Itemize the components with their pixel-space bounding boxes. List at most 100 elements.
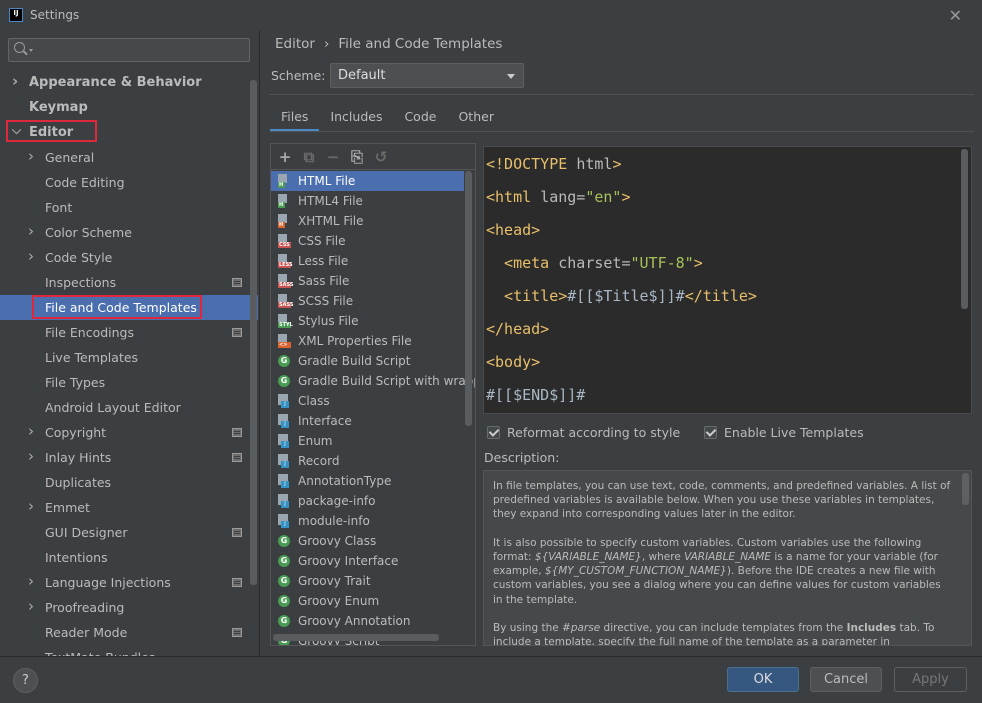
sidebar-item-label: GUI Designer [45,525,128,540]
remove-icon[interactable]: − [325,149,341,165]
template-item[interactable]: J Record [271,451,464,471]
template-item[interactable]: STYL Stylus File [271,311,464,331]
template-item-label: Groovy Enum [298,594,380,608]
sidebar-item-file-types[interactable]: File Types [0,370,258,395]
sidebar-item-label: Font [45,200,73,215]
xml-file-icon: <> [278,334,291,348]
sidebar-item-general[interactable]: › General [0,145,258,170]
template-item[interactable]: J Interface [271,411,464,431]
sidebar-item-file-encodings[interactable]: File Encodings [0,320,258,345]
sidebar-item-proofreading[interactable]: › Proofreading [0,595,258,620]
project-settings-icon [232,453,242,462]
sidebar-item-color-scheme[interactable]: › Color Scheme [0,220,258,245]
sidebar-item-duplicates[interactable]: Duplicates [0,470,258,495]
chevron-right-icon[interactable]: › [28,147,34,165]
sidebar-scrollbar[interactable] [250,80,257,585]
template-item[interactable]: LESS Less File [271,251,464,271]
tab-files[interactable]: Files [270,104,320,132]
template-item[interactable]: G Groovy Interface [271,551,464,571]
template-item-label: AnnotationType [298,474,392,488]
editor-scrollbar[interactable] [961,149,968,309]
sidebar-item-language-injections[interactable]: › Language Injections [0,570,258,595]
template-code-editor[interactable]: <!DOCTYPE html> <html lang="en"> <head> <m… [483,146,972,414]
template-item-label: Interface [298,414,352,428]
tab-includes[interactable]: Includes [319,104,393,132]
sidebar-item-android-layout-editor[interactable]: Android Layout Editor [0,395,258,420]
chevron-right-icon[interactable]: › [28,222,34,240]
xhtml-file-icon: H [278,214,291,228]
live-templates-checkbox[interactable] [704,425,717,439]
add-icon[interactable]: + [277,149,293,165]
cancel-button[interactable]: Cancel [810,667,882,692]
sidebar-item-reader-mode[interactable]: Reader Mode [0,620,258,645]
template-item[interactable]: SASS SCSS File [271,291,464,311]
chevron-right-icon[interactable]: › [28,497,34,515]
template-item-label: XHTML File [298,214,364,228]
template-item[interactable]: G Groovy Annotation [271,611,464,631]
template-item[interactable]: J Enum [271,431,464,451]
reformat-checkbox[interactable] [487,425,500,439]
copy-icon[interactable]: ⎘ [349,149,365,165]
template-item[interactable]: H XHTML File [271,211,464,231]
sidebar-item-code-editing[interactable]: Code Editing [0,170,258,195]
tab-other[interactable]: Other [447,104,505,132]
tabs-divider [270,131,974,132]
sidebar-item-inspections[interactable]: Inspections [0,270,258,295]
chevron-right-icon[interactable]: › [28,572,34,590]
chevron-right-icon[interactable]: › [28,447,34,465]
tab-code[interactable]: Code [393,104,447,132]
template-item[interactable]: H HTML4 File [271,191,464,211]
template-item[interactable]: <> XML Properties File [271,331,464,351]
template-item[interactable]: G Groovy Trait [271,571,464,591]
template-item[interactable]: Jpackage-info [271,491,464,511]
description-label: Description: [484,450,560,465]
search-history-icon[interactable] [29,49,33,52]
sidebar-item-gui-designer[interactable]: GUI Designer [0,520,258,545]
search-input[interactable] [8,38,250,62]
help-button[interactable]: ? [13,668,38,693]
chevron-right-icon[interactable]: › [28,422,34,440]
apply-button[interactable]: Apply [894,667,967,692]
reformat-option[interactable]: Reformat according to style [487,424,680,440]
sidebar-item-intentions[interactable]: Intentions [0,545,258,570]
description-scrollbar[interactable] [962,473,969,505]
template-list-hscrollbar[interactable] [273,634,439,641]
chevron-right-icon[interactable]: › [12,72,18,90]
sidebar-item-appearance-behavior[interactable]: › Appearance & Behavior [0,70,258,95]
sidebar-item-font[interactable]: Font [0,195,258,220]
template-item[interactable]: J Class [271,391,464,411]
sidebar-item-inlay-hints[interactable]: › Inlay Hints [0,445,258,470]
reset-icon[interactable]: ↺ [373,149,389,165]
sidebar-item-label: Appearance & Behavior [29,75,202,90]
css-file-icon: CSS [278,234,291,248]
template-item[interactable]: H HTML File [271,171,464,191]
chevron-right-icon[interactable]: › [28,597,34,615]
ok-button[interactable]: OK [727,667,799,692]
divider [269,94,974,95]
close-icon[interactable]: ✕ [949,6,962,25]
add-child-icon[interactable]: ⧉ [301,149,317,165]
template-list-vscrollbar[interactable] [465,171,472,426]
template-item[interactable]: J AnnotationType [271,471,464,491]
sidebar-item-live-templates[interactable]: Live Templates [0,345,258,370]
code-token: <body> [486,353,541,371]
sidebar-item-keymap[interactable]: Keymap [0,95,258,120]
template-item[interactable]: CSS CSS File [271,231,464,251]
template-item[interactable]: G Groovy Enum [271,591,464,611]
sidebar-item-emmet[interactable]: › Emmet [0,495,258,520]
live-templates-option[interactable]: Enable Live Templates [704,424,864,440]
groovy-file-icon: G [278,614,291,628]
template-item-label: Sass File [298,274,350,288]
template-item[interactable]: G Gradle Build Script [271,351,464,371]
sidebar-item-textmate-bundles[interactable]: TextMate Bundles [0,645,258,656]
sidebar-item-copyright[interactable]: › Copyright [0,420,258,445]
groovy-file-icon: G [278,534,291,548]
template-item[interactable]: G Gradle Build Script with wrapper [271,371,475,391]
scheme-dropdown[interactable]: Default [330,63,524,88]
sidebar-item-code-style[interactable]: › Code Style [0,245,258,270]
template-item[interactable]: SASS Sass File [271,271,464,291]
template-item[interactable]: G Groovy Class [271,531,464,551]
template-item[interactable]: Jmodule-info [271,511,464,531]
chevron-right-icon[interactable]: › [28,247,34,265]
breadcrumb-parent[interactable]: Editor [275,36,315,52]
